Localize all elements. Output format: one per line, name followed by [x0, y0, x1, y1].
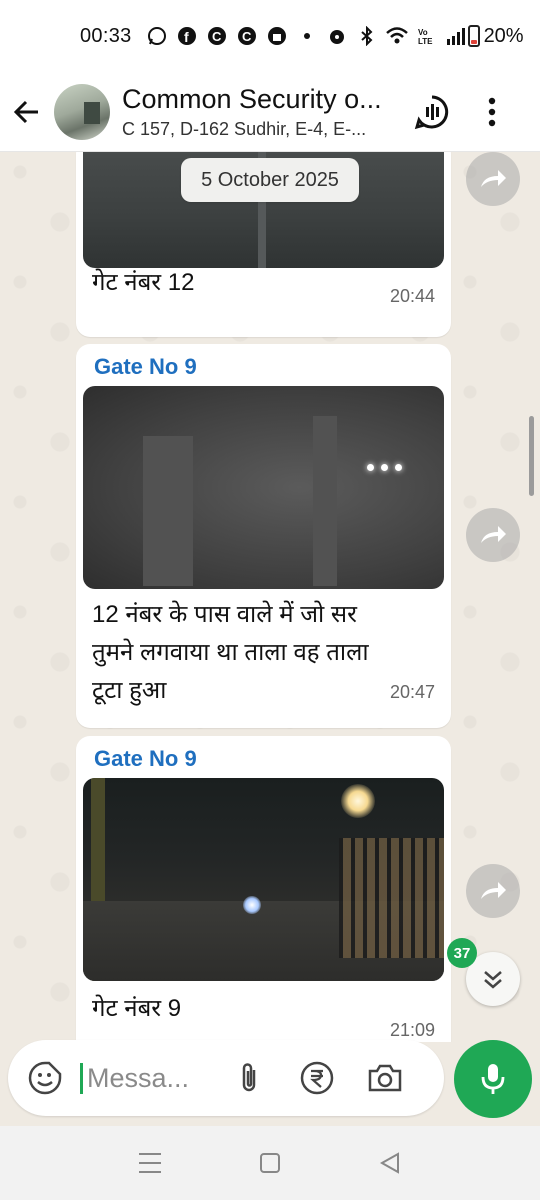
c-app-icon-2: C [236, 25, 258, 47]
menu-button[interactable] [462, 72, 522, 152]
microphone-icon [481, 1064, 505, 1094]
emoji-sticker-button[interactable] [26, 1059, 64, 1097]
group-avatar[interactable] [54, 83, 110, 140]
unread-count-badge: 37 [447, 938, 477, 968]
signal-icon [446, 25, 468, 47]
chat-header: Common Security o... C 157, D-162 Sudhir… [0, 72, 540, 152]
camera-button[interactable] [366, 1059, 404, 1097]
chat-subtitle: C 157, D-162 Sudhir, E-4, E-... [122, 118, 367, 139]
square-icon [260, 1153, 280, 1173]
scrollbar[interactable] [529, 416, 534, 496]
svg-text:f: f [184, 29, 189, 45]
message-photo[interactable] [83, 386, 444, 589]
message-text: गेट नंबर 9 [92, 995, 182, 1022]
chat-title: Common Security o... [122, 83, 382, 114]
message-bubble[interactable]: Gate No 9 12 नंबर के पास वाले में जो सर … [76, 344, 451, 728]
paperclip-icon [242, 1063, 256, 1092]
facebook-icon: f [176, 25, 198, 47]
message-text: 12 नंबर के पास वाले में जो सर तुमने लगवा… [92, 601, 369, 704]
message-photo[interactable] [83, 778, 444, 981]
recents-button[interactable] [130, 1143, 170, 1183]
attach-button[interactable] [230, 1059, 268, 1097]
more-vertical-icon [488, 97, 496, 126]
bluetooth-icon [356, 25, 378, 47]
forward-icon [481, 170, 506, 187]
message-time: 21:09 [389, 1020, 435, 1040]
volte-icon: Vo LTE [416, 25, 438, 47]
wifi-icon [385, 25, 408, 47]
battery-percent: 20% [483, 24, 524, 47]
svg-text:C: C [212, 29, 222, 44]
status-time: 00:33 [80, 24, 132, 47]
message-input[interactable] [80, 1062, 190, 1094]
battery-icon [467, 25, 480, 47]
date-chip: 5 October 2025 [181, 158, 359, 202]
svg-text:LTE: LTE [418, 37, 433, 46]
forward-button[interactable] [466, 152, 520, 206]
sticker-icon [28, 1061, 62, 1095]
forward-icon [481, 526, 506, 543]
c-app-icon: C [206, 25, 228, 47]
forward-icon [481, 882, 506, 899]
svg-text:C: C [242, 29, 252, 44]
camera-icon [368, 1064, 402, 1092]
dot-icon [296, 25, 318, 47]
svg-text:Vo: Vo [418, 28, 428, 37]
message-time: 20:44 [389, 286, 435, 306]
back-button[interactable] [0, 72, 54, 152]
triangle-back-icon [379, 1152, 399, 1174]
system-nav-bar [0, 1126, 540, 1200]
rupee-icon [300, 1061, 334, 1095]
voice-chat-button[interactable] [402, 72, 462, 152]
whatsapp-icon [146, 25, 168, 47]
chat-title-area[interactable]: Common Security o... C 157, D-162 Sudhir… [122, 84, 402, 140]
forward-button[interactable] [466, 864, 520, 918]
notification-icons: f C C Vo LTE [146, 25, 468, 47]
message-time: 20:47 [389, 682, 435, 702]
voice-chat-icon [414, 95, 449, 129]
message-composer [8, 1040, 444, 1116]
forward-button[interactable] [466, 508, 520, 562]
back-nav-button[interactable] [370, 1143, 410, 1183]
message-sender[interactable]: Gate No 9 [94, 746, 197, 772]
chat-area[interactable]: गेट नंबर 12 20:44 5 October 2025 Gate No… [0, 152, 540, 1042]
battery-indicator: 20% [467, 24, 524, 48]
double-chevron-down-icon [484, 971, 502, 989]
arrow-left-icon [13, 100, 38, 123]
message-bubble[interactable]: Gate No 9 गेट नंबर 9 21:09 [76, 736, 451, 1042]
message-text: गेट नंबर 12 [92, 269, 195, 296]
voice-message-button[interactable] [454, 1040, 532, 1118]
payment-button[interactable] [298, 1059, 336, 1097]
shopping-bag-icon [266, 25, 288, 47]
home-button[interactable] [250, 1143, 290, 1183]
status-bar: 00:33 f C C Vo LTE 20% [0, 0, 540, 72]
menu-lines-icon [139, 1153, 161, 1173]
alarm-icon [326, 25, 348, 47]
message-sender[interactable]: Gate No 9 [94, 354, 197, 380]
